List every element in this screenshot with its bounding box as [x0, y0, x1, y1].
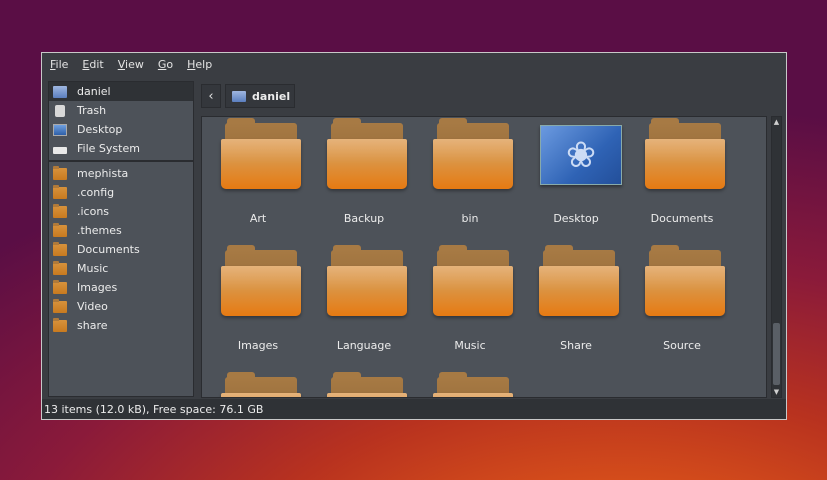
- folder-icon: [221, 245, 301, 316]
- file-item[interactable]: Documents: [629, 117, 735, 237]
- sidebar-bookmark[interactable]: Video: [49, 297, 193, 316]
- file-item[interactable]: Art: [205, 117, 311, 237]
- file-name: Backup: [343, 212, 385, 225]
- home-folder-icon: [232, 90, 246, 102]
- sidebar-item-label: share: [77, 319, 108, 332]
- folder-icon: [221, 372, 301, 397]
- file-name: Images: [237, 339, 279, 352]
- file-manager-window: File Edit View Go Help daniel Trash Desk…: [41, 52, 787, 420]
- folder-icon: [53, 317, 67, 332]
- file-item[interactable]: Language: [311, 244, 417, 364]
- file-item[interactable]: [311, 371, 417, 397]
- sidebar-divider: [49, 160, 193, 162]
- folder-icon: [53, 241, 67, 256]
- menu-view[interactable]: View: [118, 58, 144, 71]
- folder-icon: [433, 245, 513, 316]
- scroll-up-icon[interactable]: ▲: [772, 117, 781, 127]
- menu-help[interactable]: Help: [187, 58, 212, 71]
- sidebar-item-label: Desktop: [77, 123, 123, 136]
- chevron-left-icon: ‹: [208, 88, 214, 104]
- sidebar-bookmark[interactable]: .themes: [49, 221, 193, 240]
- folder-icon: [53, 298, 67, 313]
- file-name: Documents: [650, 212, 714, 225]
- folder-icon: [539, 245, 619, 316]
- status-bar: 13 items (12.0 kB), Free space: 76.1 GB: [42, 399, 786, 419]
- vertical-scrollbar[interactable]: ▲ ▼: [771, 116, 782, 398]
- menu-bar: File Edit View Go Help: [42, 53, 786, 76]
- sidebar-item-label: Music: [77, 262, 109, 275]
- sidebar-item-desktop[interactable]: Desktop: [49, 120, 193, 139]
- folder-icon: [327, 245, 407, 316]
- sidebar-bookmark[interactable]: Documents: [49, 240, 193, 259]
- folder-icon: [645, 245, 725, 316]
- file-name: Source: [663, 339, 701, 352]
- folder-icon: [433, 118, 513, 189]
- desktop-folder-icon: ❀: [540, 125, 622, 185]
- breadcrumb-home[interactable]: daniel: [225, 84, 296, 108]
- folder-icon: [53, 184, 67, 199]
- sidebar-item-trash[interactable]: Trash: [49, 101, 193, 120]
- sidebar-bookmark[interactable]: Images: [49, 278, 193, 297]
- file-name: Art: [249, 212, 267, 225]
- status-text: 13 items (12.0 kB), Free space: 76.1 GB: [44, 402, 264, 416]
- gnome-foot-icon: ❀: [565, 134, 597, 176]
- file-name: Desktop: [553, 212, 599, 225]
- drive-icon: [53, 147, 67, 154]
- side-pane: daniel Trash Desktop File System mephist…: [48, 81, 194, 397]
- file-item[interactable]: Backup: [311, 117, 417, 237]
- sidebar-bookmark[interactable]: Music: [49, 259, 193, 278]
- sidebar-item-label: .icons: [77, 205, 110, 218]
- menu-go[interactable]: Go: [158, 58, 173, 71]
- sidebar-item-label: .themes: [77, 224, 122, 237]
- sidebar-bookmark[interactable]: .icons: [49, 202, 193, 221]
- folder-icon: [433, 372, 513, 397]
- sidebar-item-label: File System: [77, 142, 140, 155]
- file-name: Music: [454, 339, 486, 352]
- file-item[interactable]: Music: [417, 244, 523, 364]
- file-item[interactable]: [205, 371, 311, 397]
- sidebar-item-label: .config: [77, 186, 115, 199]
- folder-icon: [53, 222, 67, 237]
- desktop-icon: [53, 123, 67, 136]
- sidebar-bookmark[interactable]: share: [49, 316, 193, 335]
- sidebar-item-label: Trash: [77, 104, 107, 117]
- home-folder-icon: [53, 85, 67, 98]
- sidebar-bookmark[interactable]: mephista: [49, 164, 193, 183]
- folder-icon: [221, 118, 301, 189]
- file-name: bin: [461, 212, 479, 225]
- back-button[interactable]: ‹: [201, 84, 221, 108]
- menu-file[interactable]: File: [50, 58, 68, 71]
- sidebar-item-label: mephista: [77, 167, 129, 180]
- breadcrumb-label: daniel: [252, 89, 291, 103]
- scrollbar-thumb[interactable]: [773, 323, 780, 385]
- folder-icon: [53, 279, 67, 294]
- file-item[interactable]: Source: [629, 244, 735, 364]
- sidebar-item-label: Video: [77, 300, 108, 313]
- folder-icon: [645, 118, 725, 189]
- file-item[interactable]: [417, 371, 523, 397]
- sidebar-item-label: daniel: [77, 85, 111, 98]
- icon-view: Art Backup bin ❀ Desktop Documents Images Langu…: [201, 116, 767, 398]
- file-item[interactable]: ❀ Desktop: [523, 117, 629, 237]
- sidebar-item-label: Images: [77, 281, 118, 294]
- menu-edit[interactable]: Edit: [82, 58, 103, 71]
- file-item[interactable]: bin: [417, 117, 523, 237]
- path-bar: ‹ daniel: [201, 83, 296, 109]
- folder-icon: [327, 118, 407, 189]
- folder-icon: [53, 165, 67, 180]
- file-item[interactable]: Share: [523, 244, 629, 364]
- file-item[interactable]: Images: [205, 244, 311, 364]
- sidebar-item-label: Documents: [77, 243, 140, 256]
- folder-icon: [327, 372, 407, 397]
- folder-icon: [53, 203, 67, 218]
- sidebar-item-filesystem[interactable]: File System: [49, 139, 193, 158]
- sidebar-item-home[interactable]: daniel: [49, 82, 193, 101]
- sidebar-bookmark[interactable]: .config: [49, 183, 193, 202]
- trash-icon: [55, 104, 65, 117]
- file-name: Language: [336, 339, 392, 352]
- file-name: Share: [560, 339, 592, 352]
- scroll-down-icon[interactable]: ▼: [772, 387, 781, 397]
- folder-icon: [53, 260, 67, 275]
